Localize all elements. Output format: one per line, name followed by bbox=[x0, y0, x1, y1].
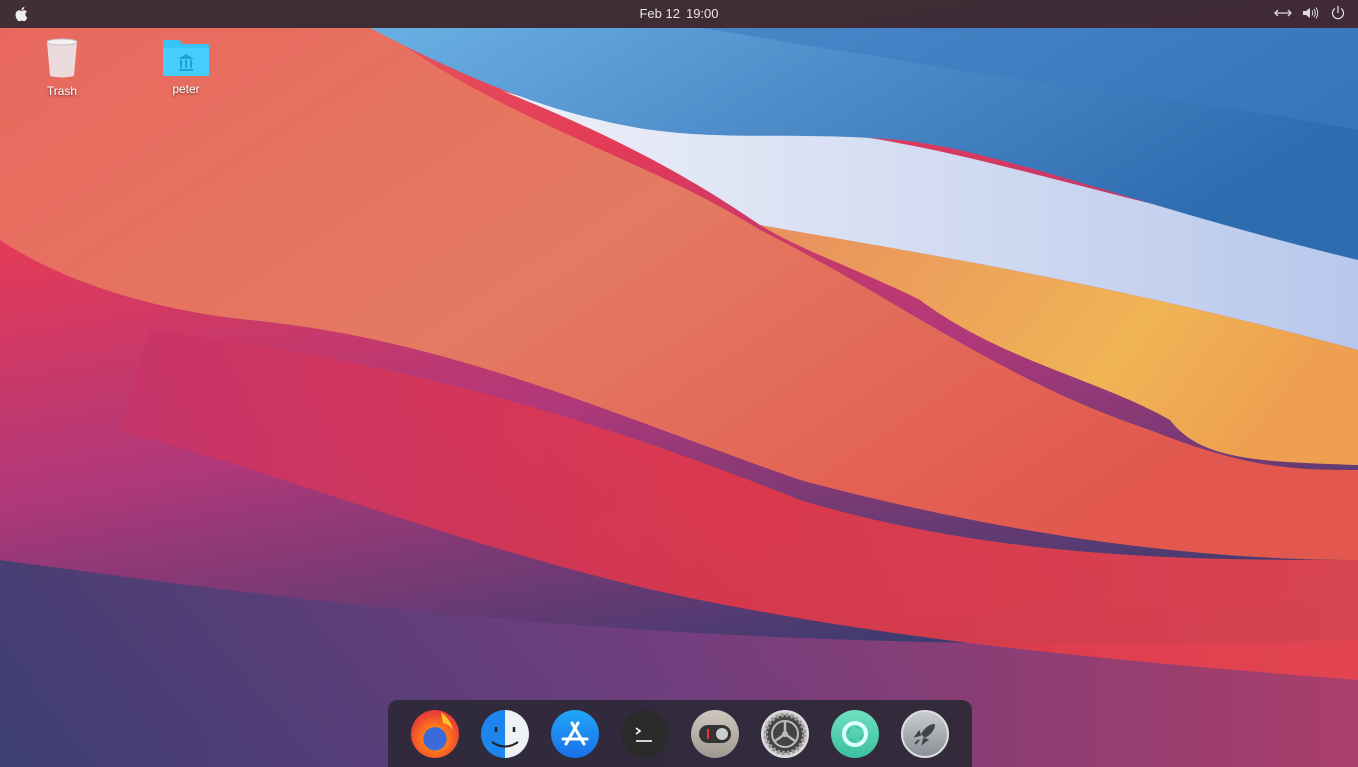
dock-app-system-preferences[interactable] bbox=[761, 710, 809, 758]
home-folder-icon bbox=[162, 39, 210, 77]
network-icon[interactable] bbox=[1274, 6, 1292, 20]
dock-app-firefox[interactable] bbox=[411, 710, 459, 758]
desktop-icon-trash[interactable]: Trash bbox=[22, 37, 102, 98]
trash-icon bbox=[44, 37, 80, 79]
toggle-icon bbox=[699, 725, 731, 743]
dock-app-toggle-settings[interactable] bbox=[691, 710, 739, 758]
dock-app-launchpad[interactable] bbox=[901, 710, 949, 758]
clock[interactable]: Feb 12 19:00 bbox=[0, 6, 1358, 21]
top-bar: Feb 12 19:00 bbox=[0, 0, 1358, 28]
time: 19:00 bbox=[686, 6, 719, 21]
dock-app-terminal[interactable] bbox=[621, 710, 669, 758]
rocket-icon bbox=[911, 720, 939, 748]
desktop-icon-label: Trash bbox=[22, 84, 102, 98]
dock-app-finder[interactable] bbox=[481, 710, 529, 758]
terminal-icon bbox=[630, 719, 660, 749]
volume-icon[interactable] bbox=[1302, 6, 1320, 20]
desktop-wallpaper bbox=[0, 0, 1358, 767]
desktop-icon-label: peter bbox=[146, 82, 226, 96]
gear-icon bbox=[763, 712, 807, 756]
system-tray bbox=[1274, 5, 1346, 21]
dock-app-help[interactable] bbox=[831, 710, 879, 758]
lifebuoy-icon bbox=[840, 719, 870, 749]
dock-app-app-store[interactable] bbox=[551, 710, 599, 758]
finder-icon bbox=[481, 710, 529, 758]
date: Feb 12 bbox=[639, 6, 679, 21]
app-store-icon bbox=[560, 719, 590, 749]
power-icon[interactable] bbox=[1330, 5, 1346, 21]
firefox-icon bbox=[411, 710, 459, 758]
dock bbox=[388, 700, 972, 767]
desktop-icon-peter[interactable]: peter bbox=[146, 39, 226, 96]
